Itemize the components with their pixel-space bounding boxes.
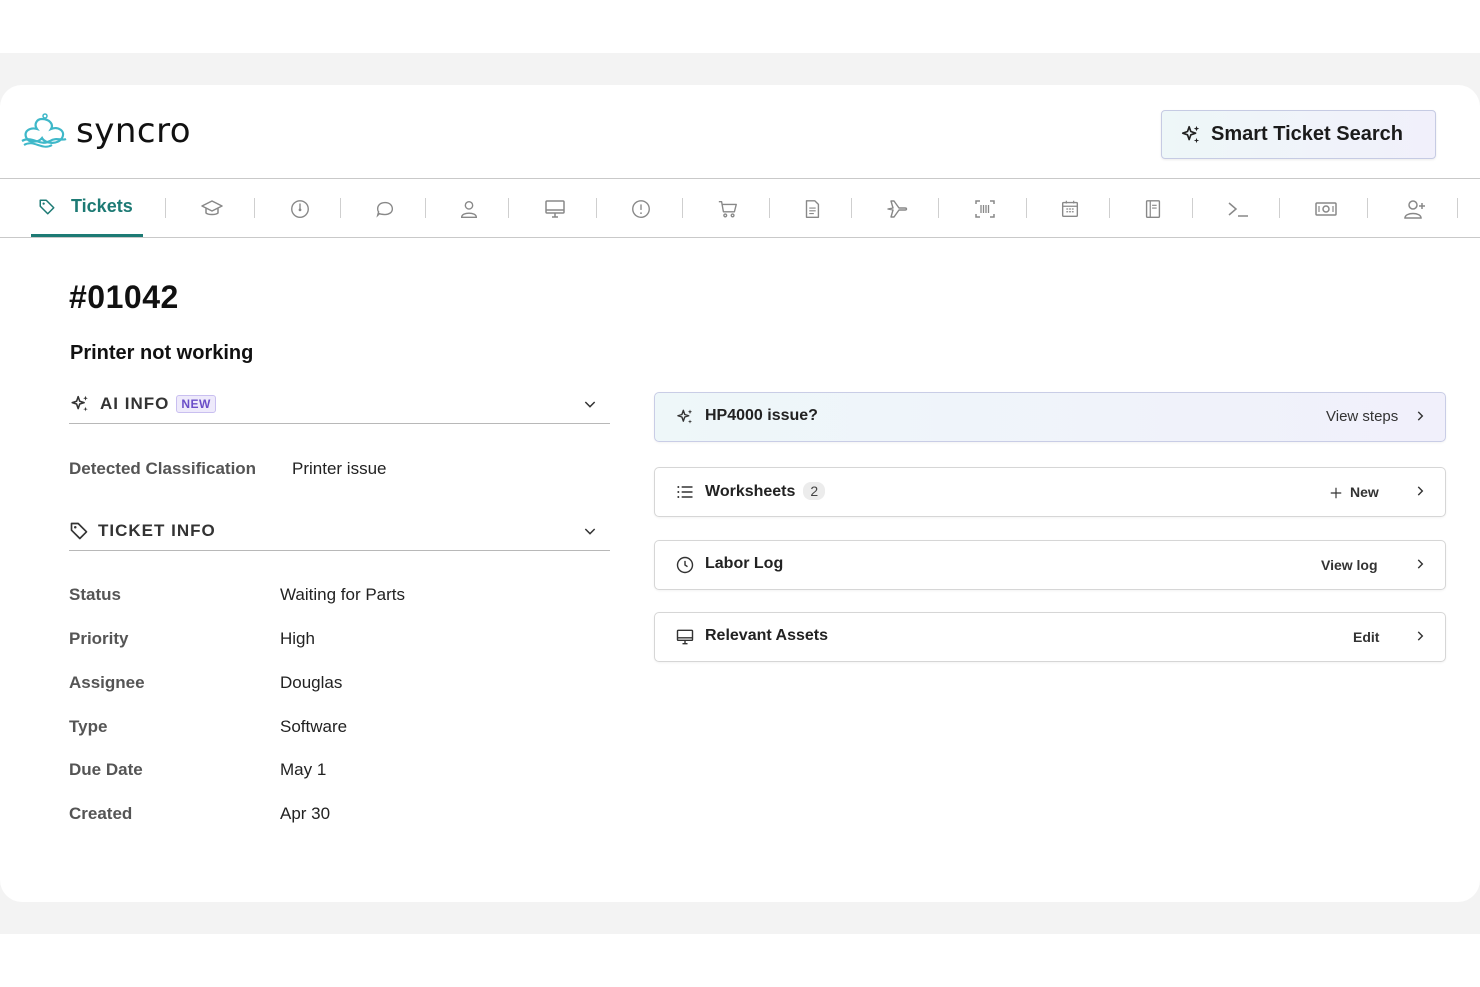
ticket-field-value: Apr 30	[280, 804, 331, 823]
relevant-assets-title: Relevant Assets	[705, 627, 829, 644]
ticket-field-value[interactable]: Software	[280, 717, 347, 737]
sparkle-icon	[677, 409, 693, 424]
chevron-right-icon[interactable]	[1413, 409, 1427, 423]
ticket-field-value[interactable]: Douglas	[280, 673, 342, 693]
ai-suggestion-title: HP4000 issue?	[705, 407, 818, 424]
nav-divider	[1279, 198, 1280, 218]
tag-icon	[70, 522, 88, 539]
calendar-icon[interactable]	[1058, 197, 1082, 221]
ticket-field-value[interactable]: High	[280, 629, 315, 649]
terminal-icon[interactable]	[1226, 197, 1250, 221]
chevron-right-icon[interactable]	[1413, 484, 1427, 498]
gauge-icon[interactable]	[288, 197, 312, 221]
monitor-icon[interactable]	[543, 197, 567, 221]
detected-classification-value: Printer issue	[292, 459, 387, 478]
view-log-link[interactable]: View log	[1321, 557, 1378, 573]
ticket-field-value[interactable]: Waiting for Parts	[280, 585, 405, 605]
nav-divider	[1457, 198, 1458, 218]
barcode-icon[interactable]	[973, 197, 997, 221]
nav-divider	[1192, 198, 1193, 218]
worksheets-count: 2	[803, 482, 826, 500]
sparkle-icon	[1181, 125, 1200, 143]
ticket-info-section-header[interactable]: TICKET INFO	[69, 511, 610, 551]
tab-tickets[interactable]: Tickets	[31, 179, 143, 237]
plus-icon[interactable]	[1329, 486, 1343, 500]
nav-divider	[596, 198, 597, 218]
nav-divider	[165, 198, 166, 218]
relevant-assets-panel[interactable]: Relevant Assets Edit	[654, 612, 1446, 662]
nav-divider	[1026, 198, 1027, 218]
chevron-right-icon[interactable]	[1413, 557, 1427, 571]
chat-icon[interactable]	[373, 197, 397, 221]
sparkle-icon	[71, 395, 88, 411]
tag-icon	[39, 199, 55, 214]
ticket-card: syncro Smart Ticket Search Tickets #0104…	[0, 85, 1480, 902]
app-name: syncro	[76, 111, 192, 151]
user-icon[interactable]	[457, 197, 481, 221]
nav-divider	[340, 198, 341, 218]
chevron-right-icon[interactable]	[1413, 629, 1427, 643]
worksheets-label: Worksheets	[705, 483, 796, 500]
ticket-field-label: Due Date	[69, 760, 143, 779]
ticket-field-label: Status	[69, 585, 121, 604]
nav-divider	[851, 198, 852, 218]
ai-info-label: AI INFO	[100, 393, 170, 413]
ticket-field-label: Priority	[69, 629, 129, 648]
ticket-number: #01042	[69, 279, 179, 315]
ticket-field-value[interactable]: May 1	[280, 760, 326, 780]
clock-icon	[676, 556, 694, 574]
nav-divider	[769, 198, 770, 218]
detected-classification-label: Detected Classification	[69, 459, 257, 478]
list-icon	[677, 486, 693, 498]
ticket-info-label: TICKET INFO	[98, 520, 216, 540]
ticket-field-label: Type	[69, 717, 108, 736]
nav-divider	[1109, 198, 1110, 218]
ticket-field-label: Created	[69, 804, 133, 823]
nav-divider	[508, 198, 509, 218]
plane-icon[interactable]	[885, 197, 909, 221]
ai-suggestion-panel[interactable]: HP4000 issue? View steps	[654, 392, 1446, 442]
ticket-title: Printer not working	[70, 342, 254, 364]
invoice-icon[interactable]	[800, 197, 824, 221]
ticket-field-label: Assignee	[69, 673, 145, 692]
alert-icon[interactable]	[629, 197, 653, 221]
chevron-down-icon[interactable]	[582, 396, 598, 412]
main-nav: Tickets	[0, 179, 1480, 238]
monitor-icon	[676, 629, 694, 645]
nav-divider	[1367, 198, 1368, 218]
new-worksheet-button[interactable]: New	[1350, 484, 1379, 500]
worksheets-title: Worksheets 2	[705, 482, 826, 501]
nav-divider	[682, 198, 683, 218]
edit-assets-button[interactable]: Edit	[1353, 629, 1379, 645]
nav-divider	[425, 198, 426, 218]
smart-ticket-search-button[interactable]: Smart Ticket Search	[1161, 110, 1436, 159]
syncro-logo-icon	[21, 113, 67, 148]
app-header: syncro Smart Ticket Search	[0, 85, 1480, 179]
cart-icon[interactable]	[716, 197, 740, 221]
new-badge: NEW	[176, 394, 216, 413]
cash-icon[interactable]	[1314, 197, 1338, 221]
chevron-down-icon[interactable]	[582, 523, 598, 539]
nav-divider	[254, 198, 255, 218]
syncro-logo[interactable]: syncro	[18, 111, 191, 151]
nav-divider	[938, 198, 939, 218]
book-icon[interactable]	[1141, 197, 1165, 221]
labor-log-panel[interactable]: Labor Log View log	[654, 540, 1446, 590]
graduation-cap-icon[interactable]	[200, 197, 224, 221]
view-steps-link[interactable]: View steps	[1326, 408, 1398, 425]
worksheets-panel[interactable]: Worksheets 2 New	[654, 467, 1446, 517]
tab-tickets-label: Tickets	[71, 196, 133, 216]
ai-info-section-header[interactable]: AI INFO NEW	[69, 384, 610, 424]
smart-ticket-search-label: Smart Ticket Search	[1211, 123, 1403, 145]
labor-log-title: Labor Log	[705, 555, 784, 572]
add-user-icon[interactable]	[1403, 197, 1427, 221]
